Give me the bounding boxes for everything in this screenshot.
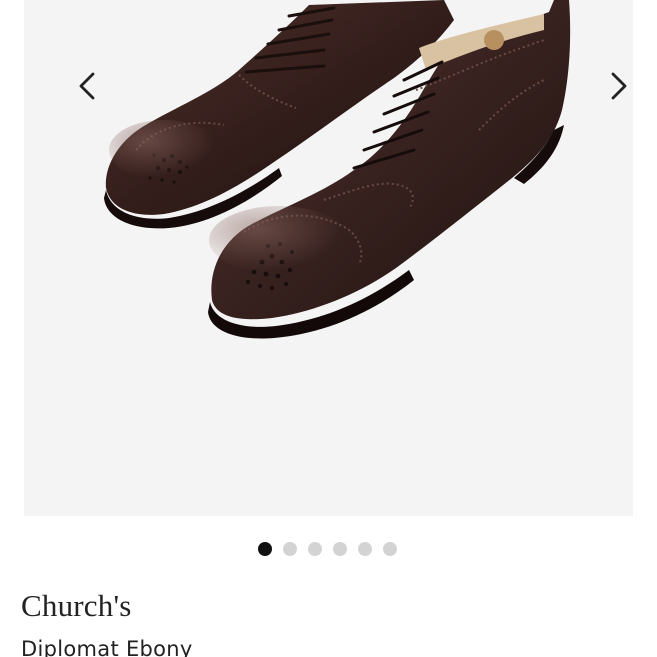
gallery-prev-button[interactable]: [70, 68, 106, 104]
product-image-gallery[interactable]: [24, 0, 633, 516]
gallery-dot-3[interactable]: [308, 542, 322, 556]
gallery-dot-6[interactable]: [383, 542, 397, 556]
product-title: Diplomat Ebony: [21, 637, 193, 657]
gallery-next-button[interactable]: [600, 68, 633, 104]
product-page: Church's Diplomat Ebony: [0, 0, 657, 657]
brand-name[interactable]: Church's: [21, 586, 132, 626]
gallery-dot-2[interactable]: [283, 542, 297, 556]
product-image: [104, 0, 571, 339]
chevron-left-icon: [79, 72, 95, 100]
gallery-dot-1[interactable]: [258, 542, 272, 556]
gallery-dot-5[interactable]: [358, 542, 372, 556]
chevron-right-icon: [611, 72, 627, 100]
gallery-dot-4[interactable]: [333, 542, 347, 556]
gallery-pagination: [258, 542, 397, 556]
